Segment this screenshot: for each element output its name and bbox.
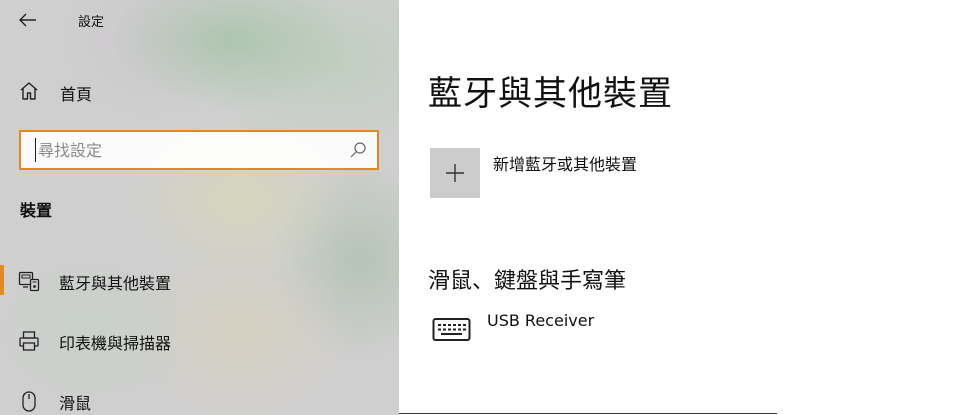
section-heading: 裝置 xyxy=(20,201,53,220)
search-input[interactable] xyxy=(35,138,335,162)
sidebar-item-label: 滑鼠 xyxy=(59,394,92,413)
active-indicator xyxy=(0,265,4,295)
keyboard-icon xyxy=(432,318,471,341)
back-arrow-icon xyxy=(19,13,36,27)
home-icon xyxy=(20,82,38,100)
window-title: 設定 xyxy=(78,15,105,30)
sidebar-item-mouse[interactable]: 滑鼠 xyxy=(0,381,399,415)
sidebar-item-bluetooth[interactable]: 藍牙與其他裝置 xyxy=(0,261,399,299)
sidebar-item-printers[interactable]: 印表機與掃描器 xyxy=(0,321,399,359)
divider xyxy=(399,413,777,414)
search-icon[interactable] xyxy=(349,141,367,159)
sidebar-item-home[interactable]: 首頁 xyxy=(0,74,399,108)
page-title: 藍牙與其他裝置 xyxy=(428,74,673,114)
device-item-usb-receiver[interactable]: USB Receiver xyxy=(430,310,770,354)
add-device-button[interactable]: 新增藍牙或其他裝置 xyxy=(430,148,770,200)
device-name: USB Receiver xyxy=(487,311,595,330)
bluetooth-devices-icon xyxy=(18,271,40,292)
add-device-label: 新增藍牙或其他裝置 xyxy=(493,155,638,174)
sidebar-item-label: 印表機與掃描器 xyxy=(59,334,172,353)
search-box[interactable] xyxy=(19,130,379,170)
printer-icon xyxy=(19,331,39,351)
sidebar-item-label: 藍牙與其他裝置 xyxy=(59,274,172,293)
mouse-icon xyxy=(22,391,36,412)
add-device-tile[interactable] xyxy=(430,148,480,198)
sidebar: 設定 首頁 裝置 藍牙與其他裝置 印表機與掃描器 xyxy=(0,0,399,415)
section-heading-input-devices: 滑鼠、鍵盤與手寫筆 xyxy=(428,269,627,294)
sidebar-item-label: 首頁 xyxy=(60,85,93,104)
plus-icon xyxy=(446,164,464,182)
back-button[interactable] xyxy=(16,8,40,32)
